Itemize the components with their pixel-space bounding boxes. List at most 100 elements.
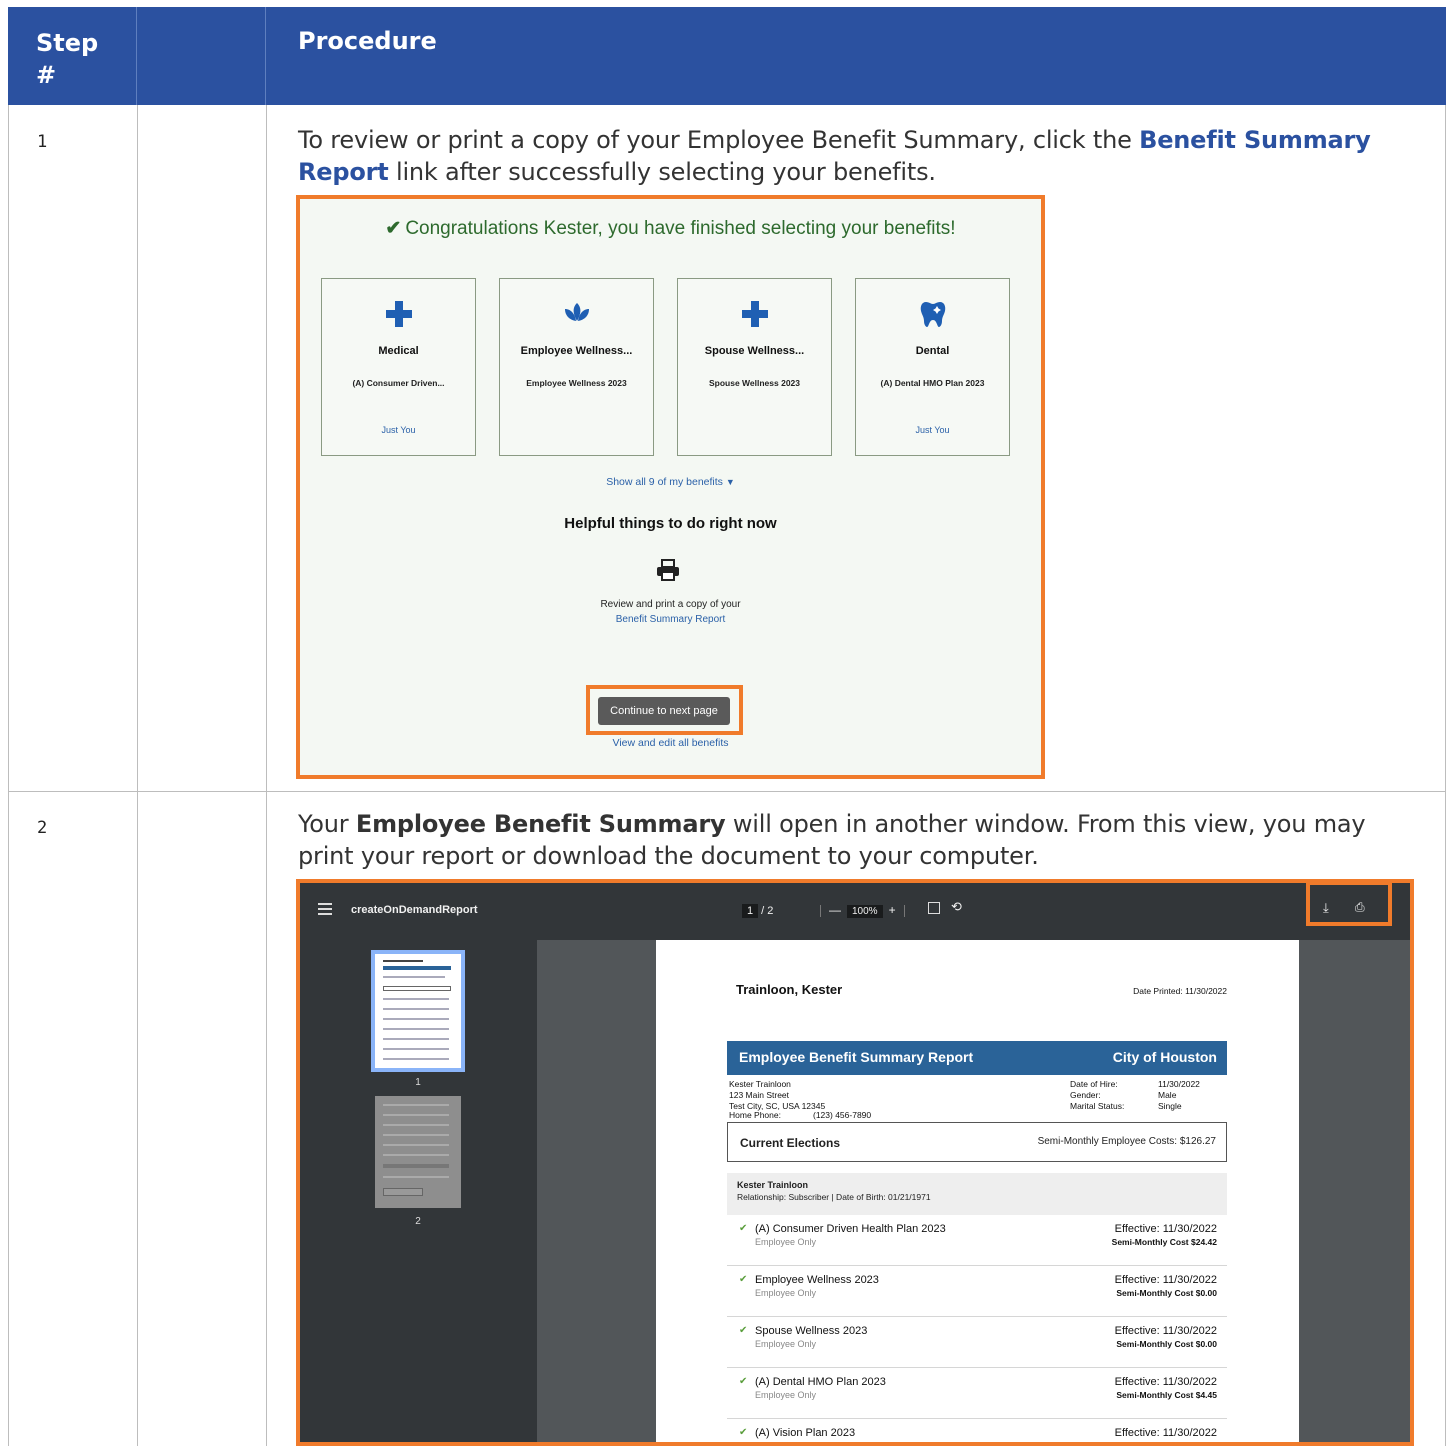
plan-name: Employee Wellness 2023 bbox=[755, 1274, 879, 1286]
card-title: Dental bbox=[915, 345, 950, 357]
zoom-in-icon[interactable]: + bbox=[889, 903, 896, 917]
plan-row: ✔ (A) Consumer Driven Health Plan 2023 E… bbox=[727, 1215, 1227, 1266]
plan-cost: Semi-Monthly Cost $4.45 bbox=[1116, 1390, 1217, 1400]
plan-effective: Effective: 11/30/2022 bbox=[1114, 1376, 1217, 1388]
thumb-line bbox=[383, 1058, 449, 1060]
zoom-level-input[interactable]: 100% bbox=[847, 905, 883, 918]
page-indicator: 1/ 2 bbox=[742, 904, 773, 918]
download-icon[interactable]: ⤓ bbox=[1323, 900, 1329, 916]
show-all-text[interactable]: Show all 9 of my benefits bbox=[606, 476, 723, 488]
tooth-icon bbox=[856, 299, 1009, 333]
medical-cross-icon bbox=[322, 299, 475, 333]
pdf-page: Trainloon, Kester Date Printed: 11/30/20… bbox=[656, 940, 1299, 1442]
plan-cost: Semi-Monthly Cost $24.42 bbox=[1111, 1237, 1217, 1247]
card-plan: Employee Wellness 2023 bbox=[526, 378, 627, 388]
table-col-divider-2 bbox=[266, 7, 267, 1446]
thumb-line bbox=[383, 1164, 449, 1168]
printer-icon[interactable] bbox=[655, 558, 681, 582]
rotate-icon[interactable]: ⟲ bbox=[951, 899, 962, 915]
report-date-printed: Date Printed: 11/30/2022 bbox=[1133, 986, 1227, 996]
card-plan: (A) Consumer Driven... bbox=[352, 378, 445, 388]
divider bbox=[903, 904, 905, 917]
info-label: Date of Hire: bbox=[1070, 1079, 1118, 1089]
pdf-toolbar: createOnDemandReport 1/ 2 — 100% + ⟲ ⤓ ⎙ bbox=[300, 883, 1410, 940]
menu-icon[interactable] bbox=[318, 903, 332, 915]
benefit-summary-report-link[interactable]: Benefit Summary Report bbox=[300, 612, 1041, 627]
benefit-card-spouse-wellness[interactable]: Spouse Wellness... Spouse Wellness 2023 bbox=[677, 278, 832, 456]
benefit-card-dental[interactable]: Dental (A) Dental HMO Plan 2023 Just You bbox=[855, 278, 1010, 456]
thumb-line bbox=[383, 1154, 449, 1156]
home-phone-value: (123) 456-7890 bbox=[813, 1110, 872, 1120]
plan-name: (A) Dental HMO Plan 2023 bbox=[755, 1376, 886, 1388]
view-edit-benefits-link[interactable]: View and edit all benefits bbox=[300, 737, 1041, 749]
card-title: Medical bbox=[378, 345, 419, 357]
pdf-file-name: createOnDemandReport bbox=[351, 904, 478, 916]
continue-button[interactable]: Continue to next page bbox=[598, 697, 730, 725]
page-thumbnail-1[interactable] bbox=[371, 950, 465, 1072]
thumb-line bbox=[383, 1028, 449, 1030]
step-1-text-before: To review or print a copy of your Employ… bbox=[298, 126, 1140, 154]
zoom-out-icon[interactable]: — bbox=[829, 903, 841, 917]
chevron-down-icon: ▼ bbox=[725, 477, 735, 487]
plan-cost: Semi-Monthly Cost $0.00 bbox=[1116, 1339, 1217, 1349]
show-all-benefits-link[interactable]: Show all 9 of my benefits ▼ bbox=[300, 476, 1041, 488]
thumb-line bbox=[383, 1104, 449, 1106]
thumbnail-label-1: 1 bbox=[415, 1077, 421, 1088]
member-name: Kester Trainloon bbox=[737, 1180, 809, 1190]
header-cell-blank bbox=[137, 7, 266, 105]
header-procedure-label: Procedure bbox=[298, 27, 437, 55]
plan-name: Spouse Wellness 2023 bbox=[755, 1325, 868, 1337]
thumb-line bbox=[383, 1144, 449, 1146]
congrats-text: Congratulations Kester, you have finishe… bbox=[405, 218, 956, 239]
step-2-instruction: Your Employee Benefit Summary will open … bbox=[298, 808, 1398, 872]
step-2-text-bold: Employee Benefit Summary bbox=[355, 810, 726, 838]
address-line: 123 Main Street bbox=[729, 1090, 790, 1100]
check-icon: ✔ bbox=[739, 1427, 748, 1438]
card-title: Spouse Wellness... bbox=[704, 345, 805, 357]
plan-coverage: Employee Only bbox=[755, 1288, 817, 1298]
info-value: 11/30/2022 bbox=[1158, 1079, 1200, 1089]
member-header: Kester Trainloon Relationship: Subscribe… bbox=[727, 1173, 1227, 1215]
report-title: Employee Benefit Summary Report bbox=[739, 1049, 974, 1065]
step-1-text-after: link after successfully selecting your b… bbox=[388, 158, 936, 186]
info-value: Male bbox=[1158, 1090, 1177, 1100]
thumb-line bbox=[383, 960, 423, 962]
step-number-2: 2 bbox=[37, 818, 48, 838]
semi-monthly-costs: Semi-Monthly Employee Costs: $126.27 bbox=[1037, 1136, 1216, 1147]
report-employer: City of Houston bbox=[1112, 1049, 1217, 1065]
table-border-right bbox=[1445, 7, 1446, 1446]
lotus-icon bbox=[500, 299, 653, 333]
thumb-line bbox=[383, 998, 449, 1000]
print-icon[interactable]: ⎙ bbox=[1355, 900, 1365, 915]
table-col-divider-1 bbox=[137, 7, 138, 1446]
report-title-bar: Employee Benefit Summary Report City of … bbox=[727, 1041, 1227, 1075]
check-icon: ✔ bbox=[739, 1325, 748, 1336]
thumb-line bbox=[383, 1134, 449, 1136]
check-icon: ✔ bbox=[739, 1376, 748, 1387]
download-print-highlight bbox=[1306, 883, 1392, 926]
card-coverage: Just You bbox=[915, 425, 950, 435]
plan-row: ✔ (A) Dental HMO Plan 2023 Employee Only… bbox=[727, 1368, 1227, 1419]
thumb-line bbox=[383, 1188, 423, 1196]
header-step-label: Step # bbox=[36, 29, 99, 89]
thumbnail-sidebar: 1 2 bbox=[300, 940, 537, 1442]
plan-effective: Effective: 11/30/2022 bbox=[1114, 1325, 1217, 1337]
benefit-card-medical[interactable]: Medical (A) Consumer Driven... Just You bbox=[321, 278, 476, 456]
page-number-input[interactable]: 1 bbox=[742, 904, 759, 918]
thumb-line bbox=[383, 966, 451, 970]
page-thumbnail-2[interactable] bbox=[375, 1096, 461, 1208]
info-label: Gender: bbox=[1070, 1090, 1101, 1100]
plan-row: ✔ (A) Vision Plan 2023 Effective: 11/30/… bbox=[727, 1419, 1227, 1442]
plan-coverage: Employee Only bbox=[755, 1339, 817, 1349]
fit-page-icon[interactable] bbox=[928, 902, 940, 914]
helpful-things-heading: Helpful things to do right now bbox=[564, 515, 777, 532]
report-info-values: 11/30/2022 Male Single bbox=[1158, 1079, 1200, 1112]
thumb-line bbox=[383, 1008, 449, 1010]
report-employee-name: Trainloon, Kester bbox=[736, 982, 843, 997]
benefit-card-employee-wellness[interactable]: Employee Wellness... Employee Wellness 2… bbox=[499, 278, 654, 456]
thumb-line bbox=[383, 986, 451, 991]
review-print-block: Review and print a copy of your Benefit … bbox=[300, 597, 1041, 627]
plan-row: ✔ Spouse Wellness 2023 Employee Only Eff… bbox=[727, 1317, 1227, 1368]
plan-effective: Effective: 11/30/2022 bbox=[1114, 1274, 1217, 1286]
enrollment-complete-screenshot: ✔ Congratulations Kester, you have finish… bbox=[296, 195, 1045, 779]
